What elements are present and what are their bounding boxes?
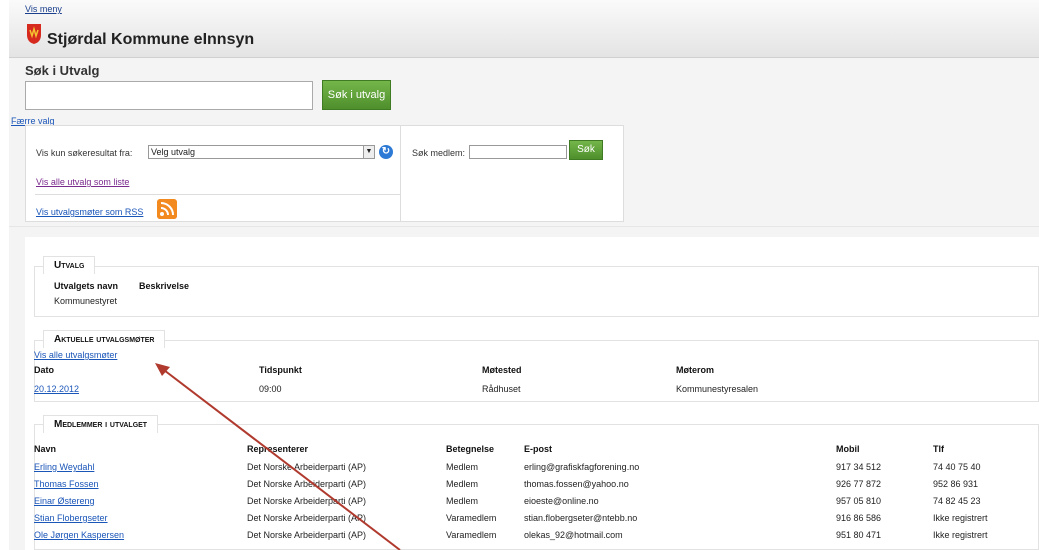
- utvalg-section: [34, 266, 1039, 317]
- members-tab-heading: Medlemmer i utvalget: [43, 415, 159, 433]
- show-menu-link[interactable]: Vis meny: [25, 4, 62, 14]
- member-email: stian.flobergseter@ntebb.no: [524, 513, 638, 523]
- member-party: Det Norske Arbeiderparti (AP): [247, 513, 367, 523]
- search-title: Søk i Utvalg: [25, 63, 100, 78]
- member-party: Det Norske Arbeiderparti (AP): [247, 479, 367, 489]
- col-header-place: Møtested: [482, 365, 522, 375]
- member-phone: Ikke registrert: [933, 530, 988, 540]
- member-party: Det Norske Arbeiderparti (AP): [247, 462, 367, 472]
- member-email: thomas.fossen@yahoo.no: [524, 479, 629, 489]
- filter-label: Vis kun søkeresultat fra:: [36, 148, 133, 158]
- col-header-date: Dato: [34, 365, 54, 375]
- member-name-link[interactable]: Erling Weydahl: [34, 462, 94, 472]
- member-search-label: Søk medlem:: [412, 148, 466, 158]
- member-name-link[interactable]: Thomas Fossen: [34, 479, 99, 489]
- utvalg-tab-heading: Utvalg: [43, 256, 96, 274]
- member-party: Det Norske Arbeiderparti (AP): [247, 496, 367, 506]
- member-mobile: 957 05 810: [836, 496, 882, 506]
- page-frame: Vis meny Stjørdal Kommune eInnsyn Søk i …: [9, 0, 1039, 550]
- member-phone: 74 82 45 23: [933, 496, 981, 506]
- meeting-date-link[interactable]: 20.12.2012: [34, 384, 79, 394]
- col-header-name: Navn: [34, 444, 57, 454]
- meeting-time: 09:00: [259, 384, 282, 394]
- member-party: Det Norske Arbeiderparti (AP): [247, 530, 367, 540]
- meetings-tab-heading: Aktuelle utvalgsmøter: [43, 330, 166, 348]
- member-name-link[interactable]: Stian Flobergseter: [34, 513, 108, 523]
- show-all-utvalg-link[interactable]: Vis alle utvalg som liste: [36, 177, 129, 187]
- refresh-icon[interactable]: ↻: [379, 145, 393, 159]
- member-email: erling@grafiskfagforening.no: [524, 462, 640, 472]
- col-header-room: Møterom: [676, 365, 714, 375]
- member-role: Medlem: [446, 462, 479, 472]
- col-header-time: Tidspunkt: [259, 365, 302, 375]
- member-name-link[interactable]: Ole Jørgen Kaspersen: [34, 530, 124, 540]
- site-title: Stjørdal Kommune eInnsyn: [47, 31, 255, 48]
- member-phone: 74 40 75 40: [933, 462, 981, 472]
- member-mobile: 917 34 512: [836, 462, 882, 472]
- rss-link[interactable]: Vis utvalgsmøter som RSS: [36, 207, 143, 217]
- select-arrow-icon[interactable]: ▼: [363, 146, 374, 158]
- member-role: Medlem: [446, 479, 479, 489]
- utvalg-name: Kommunestyret: [54, 296, 118, 306]
- meeting-room: Kommunestyresalen: [676, 384, 759, 394]
- divider: [35, 194, 400, 195]
- search-input[interactable]: [25, 81, 313, 110]
- member-email: eioeste@online.no: [524, 496, 599, 506]
- member-search-button[interactable]: Søk: [569, 140, 603, 160]
- member-name-link[interactable]: Einar Østereng: [34, 496, 95, 506]
- member-search-input[interactable]: [469, 145, 567, 159]
- member-phone: 952 86 931: [933, 479, 979, 489]
- col-header-role: Betegnelse: [446, 444, 495, 454]
- member-mobile: 926 77 872: [836, 479, 882, 489]
- member-email: olekas_92@hotmail.com: [524, 530, 623, 540]
- utvalg-select[interactable]: Velg utvalg: [148, 145, 375, 159]
- shield-logo-icon: [27, 24, 41, 44]
- member-mobile: 916 86 586: [836, 513, 882, 523]
- meetings-section: [34, 340, 1039, 402]
- meeting-place: Rådhuset: [482, 384, 521, 394]
- member-role: Medlem: [446, 496, 479, 506]
- col-header-utvalg-name: Utvalgets navn: [54, 281, 119, 291]
- col-header-description: Beskrivelse: [139, 281, 190, 291]
- member-phone: Ikke registrert: [933, 513, 988, 523]
- col-header-mobile: Mobil: [836, 444, 860, 454]
- col-header-email: E-post: [524, 444, 552, 454]
- member-mobile: 951 80 471: [836, 530, 882, 540]
- col-header-represents: Representerer: [247, 444, 309, 454]
- search-button[interactable]: Søk i utvalg: [322, 80, 391, 110]
- site-header: Vis meny Stjørdal Kommune eInnsyn: [9, 0, 1039, 58]
- col-header-phone: Tlf: [933, 444, 944, 454]
- results-divider: [9, 226, 1039, 227]
- show-all-meetings-link[interactable]: Vis alle utvalgsmøter: [34, 350, 117, 360]
- member-role: Varamedlem: [446, 530, 497, 540]
- rss-icon[interactable]: [157, 199, 177, 219]
- member-role: Varamedlem: [446, 513, 497, 523]
